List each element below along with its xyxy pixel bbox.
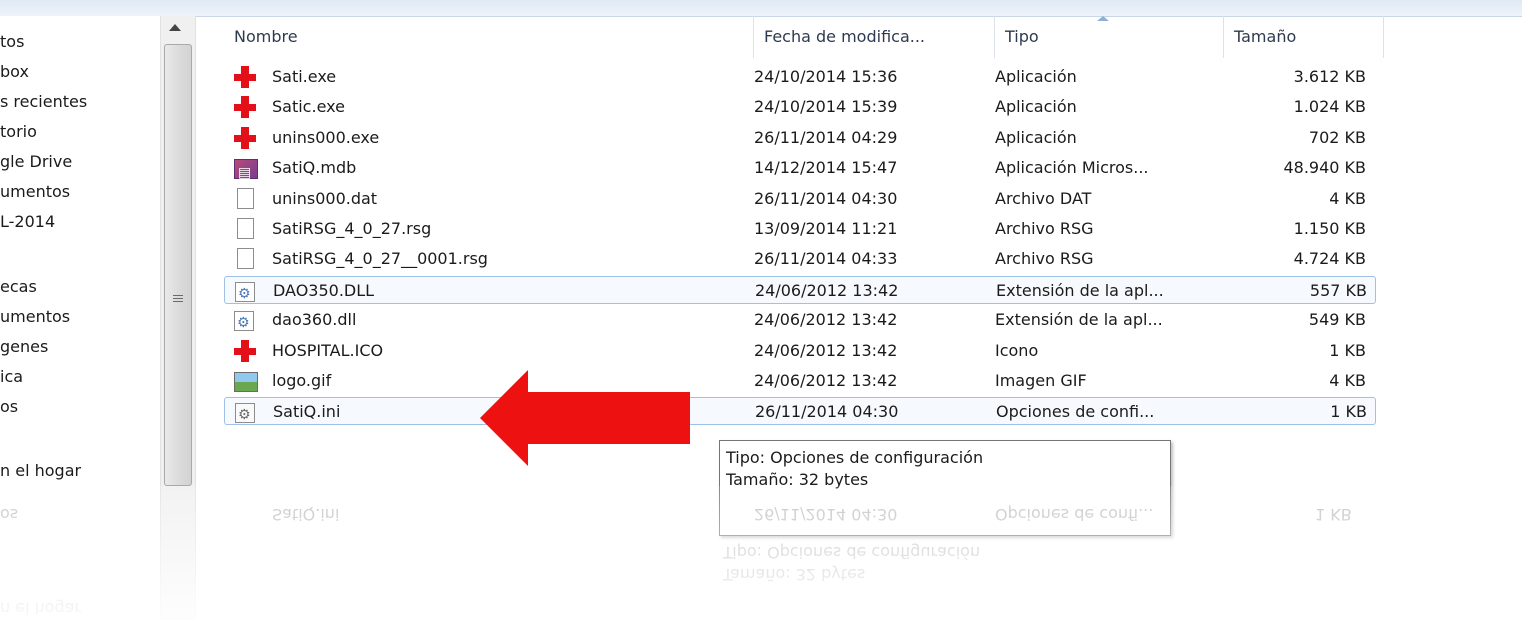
image-icon [234,372,258,392]
column-header-size[interactable]: Tamaño [1224,16,1384,58]
file-row[interactable]: SatiRSG_4_0_27__0001.rsg 26/11/2014 04:33… [224,245,1376,273]
nav-item[interactable]: umentos [0,304,70,330]
document-icon [237,187,254,209]
file-date: 24/06/2012 13:42 [754,340,898,360]
access-database-icon [234,159,258,187]
file-row[interactable]: SatiQ.ini 26/11/2014 04:30 Opciones de con… [224,397,1376,429]
file-name: HOSPITAL.ICO [272,340,384,360]
window-top-bar [0,0,1522,17]
file-date: 24/06/2012 13:42 [754,371,898,390]
file-type: Extensión de la apl... [995,310,1163,330]
file-date: 24/10/2014 15:39 [754,97,898,117]
nav-item[interactable]: s recientes [0,89,87,115]
file-date: 24/10/2014 15:36 [754,67,898,86]
file-row[interactable]: dao360.dll 24/06/2012 13:42 Extensión de l… [224,306,1376,337]
file-size: 1.024 KB [1293,97,1366,117]
red-arrow-annotation [480,370,690,466]
file-name: logo.gif [272,371,332,390]
column-header-date[interactable]: Fecha de modifica... [754,16,995,58]
grip-icon [173,295,183,304]
nav-item[interactable]: tos [0,29,24,55]
red-cross-icon [234,339,256,362]
file-name: SatiQ.ini [273,402,341,422]
file-type: Extensión de la apl... [996,280,1164,300]
file-name: SatiQ.mdb [272,158,357,178]
nav-item[interactable]: ecas [0,274,37,300]
scrollbar-thumb[interactable] [164,44,192,486]
nav-item[interactable]: genes [0,334,48,360]
file-date: 26/11/2014 04:33 [754,249,898,269]
document-icon [237,218,254,239]
file-size: 3.612 KB [1293,67,1366,86]
file-row[interactable]: unins000.exe 26/11/2014 04:29 Aplicación 70… [224,124,1376,152]
file-date: 24/06/2012 13:42 [754,310,898,330]
file-row[interactable]: logo.gif 24/06/2012 13:42 Imagen GIF 4 KB [224,367,1376,395]
column-headers: Nombre Fecha de modifica... Tipo Tamaño [196,16,1396,58]
column-header-name[interactable]: Nombre [224,16,754,58]
sort-ascending-icon [1097,16,1109,21]
file-type: Aplicación [995,67,1077,86]
file-type: Opciones de confi... [996,402,1155,422]
red-cross-icon [234,66,256,88]
file-type: Imagen GIF [995,371,1087,390]
nav-item[interactable]: torio [0,119,37,145]
file-name: SatiRSG_4_0_27__0001.rsg [272,249,488,269]
nav-item[interactable]: umentos [0,179,70,205]
red-cross-icon [234,126,256,149]
nav-item[interactable]: L-2014 [0,209,55,235]
file-date: 26/11/2014 04:30 [754,188,898,208]
file-row[interactable]: HOSPITAL.ICO 24/06/2012 13:42 Icono 1 KB [224,337,1376,365]
file-date: 14/12/2014 15:47 [754,158,898,178]
file-row[interactable]: SatiRSG_4_0_27.rsg 13/09/2014 11:21 Archiv… [224,215,1376,243]
file-type: Archivo DAT [995,188,1092,208]
scroll-up-arrow-icon[interactable] [169,24,181,31]
reflection-fade [0,486,1522,620]
file-row[interactable]: Sati.exe 24/10/2014 15:36 Aplicación 3.612 … [224,63,1376,91]
nav-item[interactable]: ica [0,364,23,390]
nav-item[interactable]: gle Drive [0,149,72,175]
red-cross-icon [234,96,256,119]
file-row[interactable]: DAO350.DLL 24/06/2012 13:42 Extensión de l… [224,275,1376,308]
file-type: Archivo RSG [995,219,1094,238]
file-type: Archivo RSG [995,249,1094,269]
file-size: 557 KB [1309,280,1367,300]
file-row[interactable]: SatiQ.mdb 14/12/2014 15:47 Aplicación Micr… [224,154,1376,187]
file-size: 4 KB [1329,371,1366,390]
file-name: Satic.exe [272,97,345,117]
file-date: 26/11/2014 04:29 [754,127,898,147]
file-name: unins000.exe [272,127,380,147]
nav-item[interactable]: os [0,394,18,420]
tooltip-type: Tipo: Opciones de configuración [726,448,984,467]
nav-item[interactable]: box [0,59,29,85]
nav-item[interactable]: n el hogar [0,458,81,484]
file-size: 4 KB [1329,188,1366,208]
document-icon [237,248,254,270]
file-row[interactable]: Satic.exe 24/10/2014 15:39 Aplicación 1.024… [224,93,1376,121]
file-name: unins000.dat [272,188,378,208]
file-date: 24/06/2012 13:42 [755,280,899,300]
file-type: Aplicación Micros... [995,158,1149,178]
file-name: Sati.exe [272,67,337,86]
file-date: 13/09/2014 11:21 [754,219,898,238]
file-size: 1 KB [1329,340,1366,360]
file-size: 1.150 KB [1293,219,1366,238]
file-size: 48.940 KB [1283,158,1366,178]
file-size: 702 KB [1308,127,1366,147]
file-name: dao360.dll [272,310,357,330]
file-name: SatiRSG_4_0_27.rsg [272,219,432,238]
file-name: DAO350.DLL [273,280,375,300]
dll-gear-icon [234,309,254,337]
file-size: 1 KB [1330,402,1367,422]
file-type: Aplicación [995,127,1077,147]
column-header-type[interactable]: Tipo [995,16,1224,58]
dll-gear-icon [235,280,255,308]
file-date: 26/11/2014 04:30 [755,402,899,422]
file-size: 4.724 KB [1293,249,1366,269]
file-type: Aplicación [995,97,1077,117]
file-size: 549 KB [1308,310,1366,330]
ini-settings-icon [235,401,255,429]
file-row[interactable]: unins000.dat 26/11/2014 04:30 Archivo DAT 4… [224,185,1376,213]
file-type: Icono [995,340,1039,360]
